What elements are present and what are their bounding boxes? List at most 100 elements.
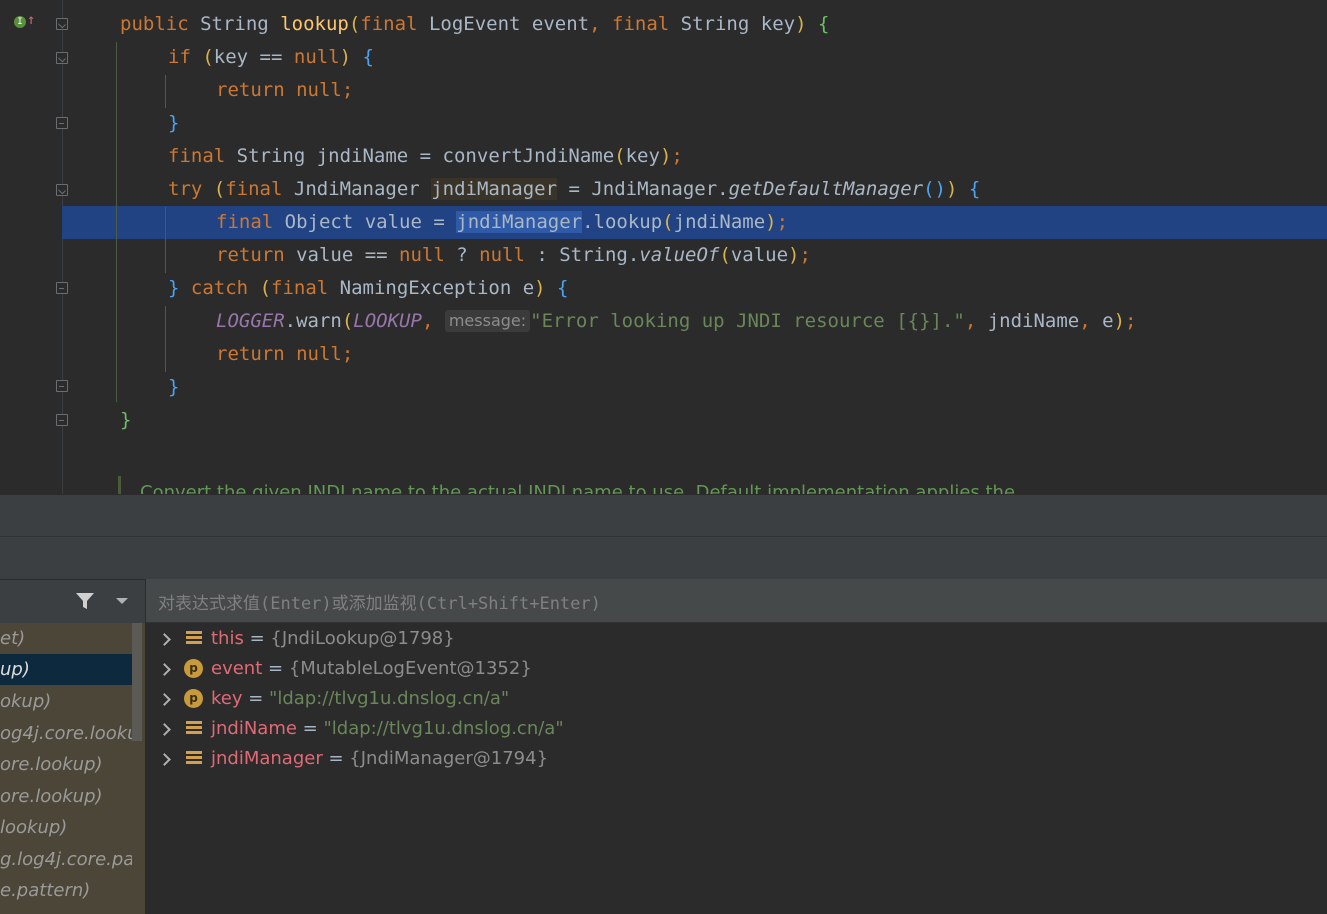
frame-item[interactable]: lookup) <box>0 812 132 843</box>
paren: ) <box>659 145 672 167</box>
code-text: e <box>1090 310 1114 332</box>
param-name: key <box>760 13 796 35</box>
variable-row[interactable]: jndiManager = {JndiManager@1794} <box>146 744 1327 774</box>
code-line[interactable]: public String lookup(final LogEvent even… <box>120 8 829 41</box>
variable-row[interactable]: p key = "ldap://tlvg1u.dnslog.cn/a" <box>146 684 1327 714</box>
variable-name: key <box>211 688 243 709</box>
keyword: try <box>168 178 203 200</box>
paren: ( <box>202 46 214 68</box>
code-line[interactable]: } catch (final NamingException e) { <box>168 272 569 305</box>
code-text: = JndiManager. <box>557 178 729 200</box>
frame-item[interactable]: e.pattern) <box>0 875 132 906</box>
fold-marker-icon[interactable] <box>56 117 68 129</box>
paren: ( <box>719 244 731 266</box>
code-line[interactable]: } <box>168 107 179 140</box>
parameter-icon: p <box>184 659 203 678</box>
frame-item[interactable]: okup) <box>0 686 132 717</box>
chevron-right-icon[interactable] <box>158 633 171 646</box>
equals-sign: = <box>242 688 270 709</box>
chevron-right-icon[interactable] <box>158 753 171 766</box>
frame-item[interactable]: ore.lookup) <box>0 781 132 812</box>
code-line[interactable]: return null; <box>216 74 353 107</box>
code-line[interactable]: return null; <box>216 338 353 371</box>
indent-guide <box>165 75 166 108</box>
variable-name: this <box>211 628 244 649</box>
fold-marker-icon[interactable] <box>56 184 68 196</box>
code-text: .warn <box>284 310 342 332</box>
fold-marker-icon[interactable] <box>56 18 68 30</box>
semicolon: ; <box>799 244 811 266</box>
equals-sign: = <box>322 748 350 769</box>
code-text: .lookup <box>582 211 663 233</box>
code-editor[interactable]: I ↑ public String lookup(final LogEvent … <box>0 0 1327 494</box>
comma: , <box>1079 310 1091 332</box>
filter-icon[interactable] <box>75 591 95 611</box>
code-line[interactable]: LOGGER.warn(LOOKUP, message: "Error looki… <box>216 305 1136 338</box>
code-line[interactable]: } <box>120 404 131 437</box>
fold-marker-icon[interactable] <box>56 282 68 294</box>
evaluate-expression-input[interactable]: 对表达式求值(Enter)或添加监视(Ctrl+Shift+Enter) <box>158 589 601 614</box>
chevron-right-icon[interactable] <box>158 693 171 706</box>
paren: ( <box>348 13 361 35</box>
implements-method-icon[interactable]: I <box>14 16 26 28</box>
code-line[interactable]: return value == null ? null : String.val… <box>216 239 811 272</box>
keyword: null <box>293 46 340 68</box>
selected-text[interactable]: jndiManager <box>456 211 583 233</box>
code-line[interactable]: try (final JndiManager jndiManager = Jnd… <box>168 173 980 206</box>
keyword: if <box>168 46 191 68</box>
semicolon: ; <box>341 343 354 365</box>
chevron-right-icon[interactable] <box>158 723 171 736</box>
frames-list[interactable]: et) up) okup) og4j.core.lookup) ore.look… <box>0 623 145 914</box>
variables-tree[interactable]: this = {JndiLookup@1798} p event = {Muta… <box>146 623 1327 914</box>
frame-item-selected[interactable]: up) <box>0 654 132 685</box>
variable-row[interactable]: this = {JndiLookup@1798} <box>146 624 1327 654</box>
code-line-current[interactable]: final Object value = jndiManager.lookup(… <box>216 206 788 239</box>
keyword: return <box>216 343 285 365</box>
variable-value: {JndiLookup@1798} <box>270 628 455 649</box>
code-line[interactable]: if (key == null) { <box>168 41 374 74</box>
comma: , <box>589 13 601 35</box>
type-name: JndiManager <box>293 178 420 200</box>
variable-row[interactable]: jndiName = "ldap://tlvg1u.dnslog.cn/a" <box>146 714 1327 744</box>
method-name: lookup <box>280 13 349 35</box>
code-line[interactable]: final String jndiName = convertJndiName(… <box>168 140 683 173</box>
paren: ) <box>1113 310 1126 332</box>
chevron-down-icon[interactable] <box>116 598 128 604</box>
frame-item[interactable]: et) <box>0 623 132 654</box>
code-text: ? <box>444 244 480 266</box>
fold-marker-icon[interactable] <box>56 380 68 392</box>
keyword: return <box>216 79 285 101</box>
frames-scrollbar[interactable] <box>132 623 142 741</box>
code-text: value <box>730 244 789 266</box>
variable-row[interactable]: p event = {MutableLogEvent@1352} <box>146 654 1327 684</box>
field-icon <box>186 631 202 646</box>
code-line[interactable]: } <box>168 371 179 404</box>
keyword: null <box>399 244 445 266</box>
semicolon: ; <box>776 211 789 233</box>
indent-guide <box>116 42 117 402</box>
type-name: LogEvent <box>428 13 521 35</box>
variable-value: {JndiManager@1794} <box>349 748 549 769</box>
code-text: value == <box>296 244 400 266</box>
parameter-icon: p <box>184 689 203 708</box>
fold-marker-icon[interactable] <box>56 414 68 426</box>
frame-item[interactable]: og4j.core.lookup) <box>0 718 132 749</box>
chevron-right-icon[interactable] <box>158 663 171 676</box>
method-name: getDefaultManager <box>728 178 924 200</box>
paren: ) <box>795 13 807 35</box>
paren: ( <box>614 145 626 167</box>
indent-guide <box>165 207 166 273</box>
brace: } <box>168 112 180 134</box>
frame-item[interactable]: ore.lookup) <box>0 749 132 780</box>
keyword: public <box>120 13 189 35</box>
variable-name: jndiManager <box>431 178 558 200</box>
keyword: null <box>479 244 525 266</box>
fold-marker-icon[interactable] <box>56 52 68 64</box>
frame-item[interactable]: g.log4j.core.patte <box>0 844 132 875</box>
paren: ) <box>765 211 777 233</box>
override-arrow-icon[interactable]: ↑ <box>27 12 35 28</box>
comma: , <box>421 310 434 332</box>
field-icon <box>186 721 202 736</box>
evaluate-expression-bar[interactable]: 对表达式求值(Enter)或添加监视(Ctrl+Shift+Enter) <box>146 579 1327 623</box>
paren: ( <box>662 211 674 233</box>
